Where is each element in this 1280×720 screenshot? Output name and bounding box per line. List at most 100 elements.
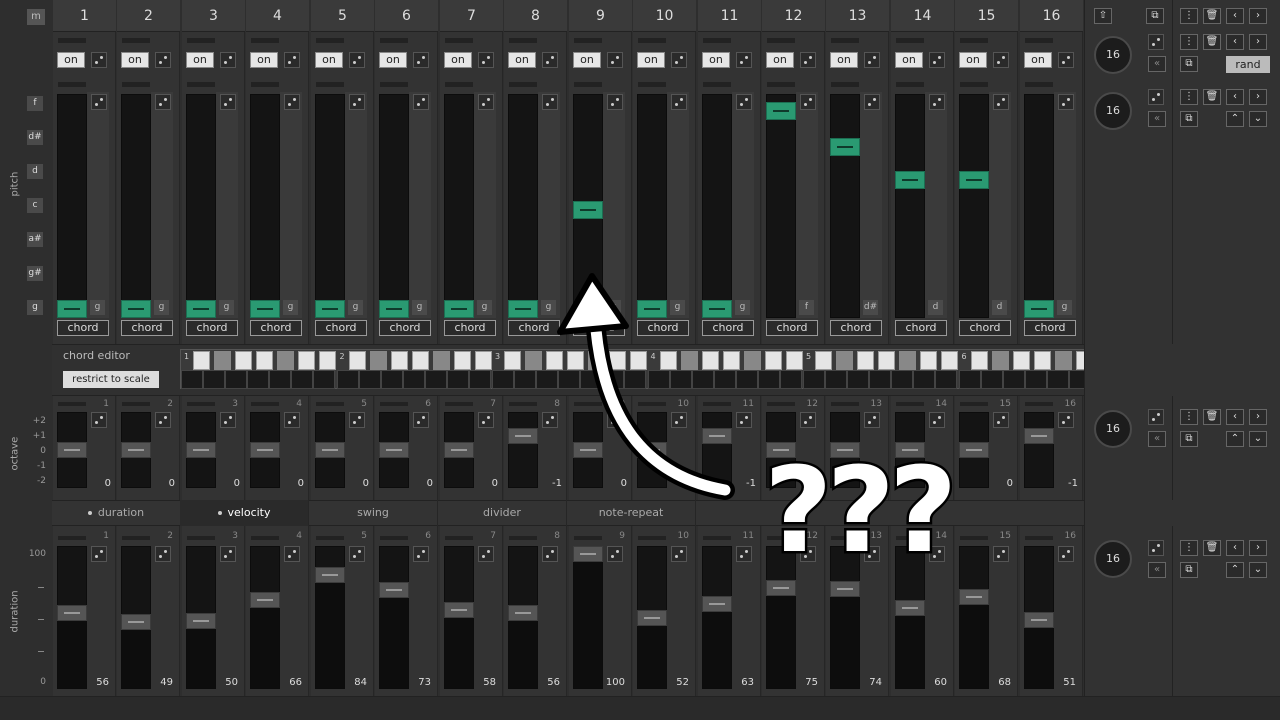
length-knob[interactable]: 16 [1094, 410, 1132, 448]
keyboard-key[interactable] [298, 351, 315, 370]
keyboard-key[interactable] [878, 351, 895, 370]
section-trash-icon[interactable]: 🗑 [1203, 34, 1221, 50]
keyboard-white-key[interactable] [1002, 370, 1025, 389]
step-on-button[interactable]: on [637, 52, 665, 68]
step-on-button[interactable]: on [508, 52, 536, 68]
section-up-icon[interactable]: ⌃ [1226, 111, 1244, 127]
duration-dice-icon[interactable] [671, 546, 687, 562]
dice-icon[interactable]: ⋮ [1180, 8, 1198, 24]
pitch-slider[interactable] [895, 94, 925, 318]
section-dice-icon[interactable] [1148, 409, 1164, 425]
step-on-button[interactable]: on [315, 52, 343, 68]
keyboard-white-key[interactable] [313, 370, 335, 389]
section-up-icon[interactable]: ⌃ [1226, 562, 1244, 578]
pitch-slider[interactable] [57, 94, 87, 318]
section-dice-icon[interactable] [1148, 34, 1164, 50]
duration-dice-icon[interactable] [220, 546, 236, 562]
keyboard-key[interactable] [785, 351, 803, 370]
chord-button[interactable]: chord [830, 320, 882, 336]
chord-button[interactable]: chord [121, 320, 173, 336]
keyboard-white-key[interactable] [380, 370, 403, 389]
keyboard-white-key[interactable] [1046, 370, 1069, 389]
export-icon[interactable]: ⇧ [1094, 8, 1112, 24]
duration-handle[interactable] [702, 596, 732, 612]
keyboard-white-key[interactable] [424, 370, 447, 389]
rewind-icon[interactable]: « [1148, 111, 1166, 127]
tab-swing[interactable]: swing [309, 500, 438, 526]
randomize-dice-icon[interactable] [671, 52, 687, 68]
pitch-handle[interactable] [121, 300, 151, 318]
duration-handle[interactable] [1024, 612, 1054, 628]
keyboard-key[interactable] [474, 351, 492, 370]
randomize-dice-icon[interactable] [413, 52, 429, 68]
keyboard-white-key[interactable] [492, 370, 514, 389]
rewind-icon[interactable]: « [1148, 562, 1166, 578]
duration-handle[interactable] [830, 581, 860, 597]
duration-handle[interactable] [766, 580, 796, 596]
keyboard-white-key[interactable] [869, 370, 891, 389]
step-on-button[interactable]: on [895, 52, 923, 68]
octave-dice-icon[interactable] [220, 412, 236, 428]
pitch-handle[interactable] [766, 102, 796, 120]
duration-handle[interactable] [186, 613, 216, 629]
chord-button[interactable]: chord [766, 320, 818, 336]
octave-dice-icon[interactable] [800, 412, 816, 428]
keyboard-key[interactable] [815, 351, 832, 370]
duration-dice-icon[interactable] [478, 546, 494, 562]
randomize-dice-icon[interactable] [800, 52, 816, 68]
octave-slider[interactable] [508, 412, 538, 488]
prev-icon[interactable]: ‹ [1226, 8, 1244, 24]
octave-dice-icon[interactable] [91, 412, 107, 428]
keyboard-white-key[interactable] [913, 370, 935, 389]
pitch-slider[interactable] [250, 94, 280, 318]
pitch-dice-icon[interactable] [736, 94, 752, 110]
keyboard-white-key[interactable] [446, 370, 469, 389]
keyboard-white-key[interactable] [1024, 370, 1047, 389]
pitch-dice-icon[interactable] [413, 94, 429, 110]
duration-dice-icon[interactable] [607, 546, 623, 562]
keyboard-white-key[interactable] [247, 370, 269, 389]
length-knob[interactable]: 16 [1094, 92, 1132, 130]
section-trash-icon[interactable]: 🗑 [1203, 540, 1221, 556]
keyboard-key[interactable] [941, 351, 958, 370]
duration-handle[interactable] [637, 610, 667, 626]
pitch-dice-icon[interactable] [800, 94, 816, 110]
keyboard-white-key[interactable] [336, 370, 359, 389]
trash-icon[interactable]: 🗑 [1203, 8, 1221, 24]
octave-dice-icon[interactable] [993, 412, 1009, 428]
step-on-button[interactable]: on [186, 52, 214, 68]
pitch-slider[interactable] [315, 94, 345, 318]
tab-velocity[interactable]: velocity [180, 500, 309, 526]
section-next-icon[interactable]: › [1249, 409, 1267, 425]
duration-handle[interactable] [121, 614, 151, 630]
duration-handle[interactable] [57, 605, 87, 621]
randomize-dice-icon[interactable] [607, 52, 623, 68]
pitch-handle[interactable] [830, 138, 860, 156]
randomize-dice-icon[interactable] [155, 52, 171, 68]
randomize-dice-icon[interactable] [349, 52, 365, 68]
keyboard-white-key[interactable] [203, 370, 225, 389]
step-on-button[interactable]: on [959, 52, 987, 68]
keyboard-key[interactable] [899, 351, 916, 370]
keyboard-key[interactable] [857, 351, 874, 370]
section-prev-icon[interactable]: ‹ [1226, 409, 1244, 425]
octave-dice-icon[interactable] [478, 412, 494, 428]
m-button[interactable]: m [27, 9, 45, 25]
keyboard-key[interactable] [1033, 351, 1051, 370]
rewind-icon[interactable]: « [1148, 431, 1166, 447]
pitch-dice-icon[interactable] [478, 94, 494, 110]
keyboard-white-key[interactable] [935, 370, 957, 389]
section-next-icon[interactable]: › [1249, 89, 1267, 105]
octave-handle[interactable] [1024, 428, 1054, 444]
randomize-dice-icon[interactable] [220, 52, 236, 68]
section-down-icon[interactable]: ⌄ [1249, 111, 1267, 127]
randomize-dice-icon[interactable] [864, 52, 880, 68]
randomize-dice-icon[interactable] [91, 52, 107, 68]
octave-handle[interactable] [444, 442, 474, 458]
pitch-handle[interactable] [895, 171, 925, 189]
octave-dice-icon[interactable] [349, 412, 365, 428]
step-on-button[interactable]: on [121, 52, 149, 68]
keyboard-key[interactable] [453, 351, 471, 370]
section-trash-icon[interactable]: 🗑 [1203, 89, 1221, 105]
pitch-handle[interactable] [186, 300, 216, 318]
